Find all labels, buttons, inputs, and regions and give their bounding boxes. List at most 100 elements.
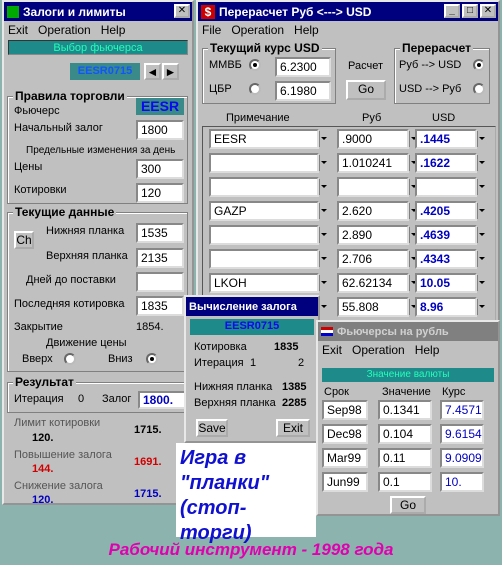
result-margin-value: 1800. <box>138 391 186 409</box>
last-input[interactable]: 1835 <box>136 296 184 316</box>
scroll-arrow-icon[interactable] <box>477 251 487 267</box>
usd-titlebar[interactable]: $ Перерасчет Руб <---> USD _ □ ✕ <box>198 2 498 21</box>
ch-button[interactable]: Ch <box>14 231 34 249</box>
quotes-input[interactable]: 120 <box>136 183 184 203</box>
menu-help[interactable]: Help <box>294 23 319 37</box>
futures-term-cell[interactable]: Jun99 <box>322 472 368 492</box>
futures-row: Mar99 0.11 9.0909 <box>322 448 498 470</box>
menu-help[interactable]: Help <box>101 23 126 37</box>
up-label: Вверх <box>22 353 53 365</box>
up-radio[interactable] <box>64 353 76 365</box>
quotes-label: Котировки <box>14 184 67 196</box>
scroll-arrow-icon[interactable] <box>319 179 329 195</box>
scroll-arrow-icon[interactable] <box>319 155 329 171</box>
usd-usd-cell[interactable]: 10.05 <box>415 273 477 293</box>
menu-operation[interactable]: Operation <box>352 343 405 357</box>
usd-note-cell[interactable]: GAZP <box>209 201 319 221</box>
mmvb-input[interactable]: 6.2300 <box>275 57 331 77</box>
futures-value-cell[interactable]: 0.1341 <box>378 400 432 420</box>
go-button[interactable]: Go <box>346 80 386 100</box>
usd-rub-cell[interactable]: 2.706 <box>337 249 409 269</box>
futures-rate-cell[interactable]: 9.6154 <box>440 424 484 444</box>
days-input[interactable] <box>136 272 184 292</box>
usd-rub-cell[interactable] <box>337 177 409 197</box>
col-rate: Курс <box>442 386 466 398</box>
usd-usd-cell[interactable] <box>415 177 477 197</box>
scroll-arrow-icon[interactable] <box>477 275 487 291</box>
save-button[interactable]: Save <box>196 419 228 437</box>
exit-button[interactable]: Exit <box>276 419 310 437</box>
usd-rub-cell[interactable]: .9000 <box>337 129 409 149</box>
menu-exit[interactable]: Exit <box>322 343 342 357</box>
futures-rate-cell[interactable]: 10. <box>440 472 484 492</box>
futures-term-cell[interactable]: Sep98 <box>322 400 368 420</box>
futures-value-cell[interactable]: 0.11 <box>378 448 432 468</box>
scroll-arrow-icon[interactable] <box>319 275 329 291</box>
usd-usd-cell[interactable]: .1445 <box>415 129 477 149</box>
usd-usd-cell[interactable]: .1622 <box>415 153 477 173</box>
scroll-arrow-icon[interactable] <box>477 179 487 195</box>
next-button[interactable]: ► <box>162 63 179 80</box>
futures-rate-cell[interactable]: 7.4571 <box>440 400 484 420</box>
lower-input[interactable]: 1535 <box>136 223 184 243</box>
futures-term-cell[interactable]: Dec98 <box>322 424 368 444</box>
prices-input[interactable]: 300 <box>136 159 184 179</box>
lower-b: 1715. <box>134 488 162 500</box>
rate-group: Текущий курс USD ММВБ 6.2300 ЦБР 6.1980 <box>202 41 336 104</box>
usd-note-cell[interactable] <box>209 177 319 197</box>
close-icon[interactable]: ✕ <box>480 4 496 18</box>
scroll-arrow-icon[interactable] <box>319 299 329 315</box>
upper-input[interactable]: 2135 <box>136 248 184 268</box>
scroll-arrow-icon[interactable] <box>319 251 329 267</box>
futures-value-cell[interactable]: 0.1 <box>378 472 432 492</box>
usd-usd-cell[interactable]: 8.96 <box>415 297 477 317</box>
usd-rub-cell[interactable]: 2.890 <box>337 225 409 245</box>
usd-usd-cell[interactable]: .4639 <box>415 225 477 245</box>
margins-titlebar[interactable]: Залоги и лимиты ✕ <box>4 2 192 21</box>
scroll-arrow-icon[interactable] <box>319 131 329 147</box>
mmvb-radio[interactable] <box>249 59 261 71</box>
scroll-arrow-icon[interactable] <box>477 203 487 219</box>
scroll-arrow-icon[interactable] <box>477 155 487 171</box>
maximize-icon[interactable]: □ <box>462 4 478 18</box>
minimize-icon[interactable]: _ <box>444 4 460 18</box>
futures-titlebar[interactable]: Фьючерсы на рубль <box>318 322 498 341</box>
menu-exit[interactable]: Exit <box>8 23 28 37</box>
menu-operation[interactable]: Operation <box>38 23 91 37</box>
close-icon[interactable]: ✕ <box>174 4 190 18</box>
usd-note-cell[interactable]: EESR <box>209 129 319 149</box>
scroll-arrow-icon[interactable] <box>477 131 487 147</box>
futures-rate-cell[interactable]: 9.0909 <box>440 448 484 468</box>
usd-note-cell[interactable] <box>209 225 319 245</box>
futures-go-button[interactable]: Go <box>390 496 426 514</box>
usd-rub-radio[interactable] <box>473 83 485 95</box>
futures-value-cell[interactable]: 0.104 <box>378 424 432 444</box>
calc-titlebar[interactable]: Вычисление залога <box>186 297 318 316</box>
limit-label: Лимит котировки <box>14 417 101 429</box>
prev-button[interactable]: ◄ <box>144 63 161 80</box>
usd-rub-cell[interactable]: 55.808 <box>337 297 409 317</box>
scroll-arrow-icon[interactable] <box>477 299 487 315</box>
cbr-radio[interactable] <box>249 83 261 95</box>
usd-usd-cell[interactable]: .4205 <box>415 201 477 221</box>
usd-rub-cell[interactable]: 1.010241 <box>337 153 409 173</box>
scroll-arrow-icon[interactable] <box>319 227 329 243</box>
usd-rub-cell[interactable]: 2.620 <box>337 201 409 221</box>
cbr-label: ЦБР <box>209 83 232 95</box>
scroll-arrow-icon[interactable] <box>477 227 487 243</box>
margin-input[interactable]: 1800 <box>136 120 184 140</box>
scroll-arrow-icon[interactable] <box>319 203 329 219</box>
usd-note-cell[interactable] <box>209 249 319 269</box>
menu-file[interactable]: File <box>202 23 221 37</box>
usd-rub-cell[interactable]: 62.62134 <box>337 273 409 293</box>
down-radio[interactable] <box>146 353 158 365</box>
menu-help[interactable]: Help <box>415 343 440 357</box>
usd-note-cell[interactable] <box>209 153 319 173</box>
futures-term-cell[interactable]: Mar99 <box>322 448 368 468</box>
usd-note-cell[interactable]: LKOH <box>209 273 319 293</box>
rub-usd-radio[interactable] <box>473 59 485 71</box>
upper-label: Верхняя планка <box>46 250 128 262</box>
cbr-input[interactable]: 6.1980 <box>275 81 331 101</box>
usd-usd-cell[interactable]: .4343 <box>415 249 477 269</box>
menu-operation[interactable]: Operation <box>231 23 284 37</box>
